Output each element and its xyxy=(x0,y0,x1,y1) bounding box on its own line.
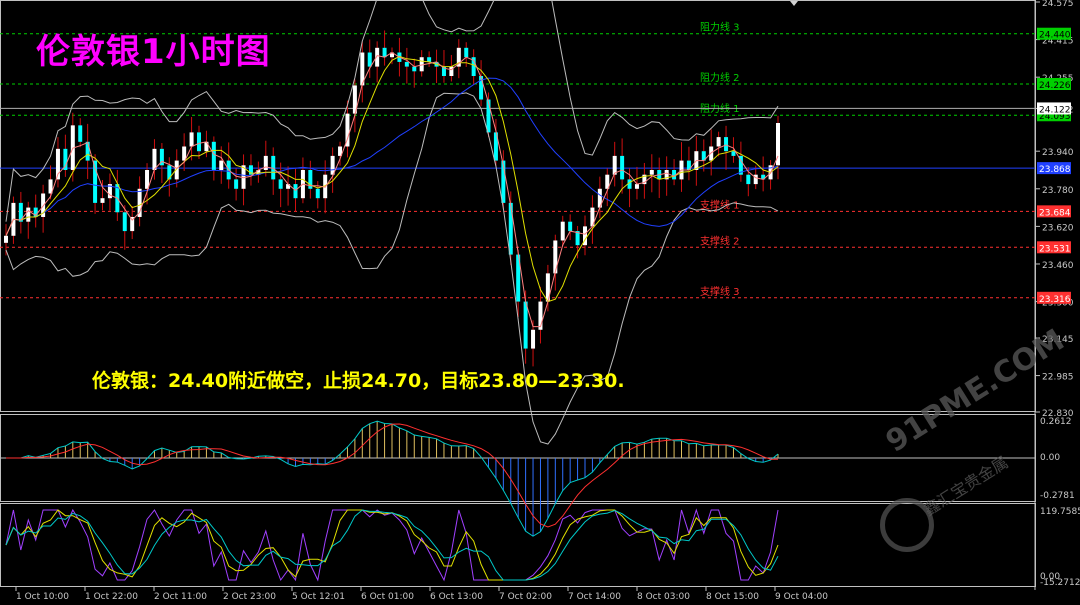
oscillator-tick-label: -15.2712 xyxy=(1040,578,1080,588)
candle-body xyxy=(560,221,565,241)
price-tick-label: 24.575 xyxy=(1042,0,1074,9)
candle-body xyxy=(152,148,157,170)
candle-body xyxy=(4,235,8,243)
chart-shift-marker-icon xyxy=(790,1,798,6)
candle-body xyxy=(122,212,127,232)
time-tick-label: 7 Oct 02:00 xyxy=(499,592,552,602)
candle-body xyxy=(464,47,469,58)
level-price-label: 24.226 xyxy=(1039,81,1071,91)
candle-body xyxy=(197,132,201,152)
candle-body xyxy=(649,169,654,175)
candle-body xyxy=(731,151,736,156)
level-label: 支撑线 2 xyxy=(700,234,740,247)
price-tick-label: 23.460 xyxy=(1042,261,1074,271)
candle-body xyxy=(204,141,209,152)
time-tick-label: 9 Oct 04:00 xyxy=(775,592,828,602)
candle-body xyxy=(746,174,751,185)
ma-level-label: 23.868 xyxy=(1039,165,1071,175)
candle-body xyxy=(427,57,432,62)
candle-body xyxy=(315,188,320,199)
current-price-label: 24.122 xyxy=(1039,105,1071,115)
price-tick-label: 23.780 xyxy=(1042,186,1074,196)
time-tick-label: 8 Oct 03:00 xyxy=(637,592,690,602)
candle-body xyxy=(716,137,721,147)
candle-body xyxy=(412,66,417,72)
time-tick-label: 5 Oct 12:01 xyxy=(292,592,345,602)
chart-title: 伦敦银1小时图 xyxy=(36,32,271,72)
candle-body xyxy=(189,132,194,147)
candle-body xyxy=(85,141,90,161)
trade-note: 伦敦银：24.40附近做空，止损24.70，目标23.80—23.30. xyxy=(92,370,625,392)
candle-body xyxy=(568,221,573,232)
candle-body xyxy=(620,155,625,180)
ma-slow-line xyxy=(5,77,779,237)
time-tick-label: 6 Oct 01:00 xyxy=(361,592,414,602)
candle-body xyxy=(26,207,31,222)
candle-body xyxy=(167,165,172,180)
time-tick-label: 1 Oct 22:00 xyxy=(85,592,138,602)
level-price-label: 23.531 xyxy=(1039,244,1071,254)
candle-body xyxy=(523,301,528,349)
candle-body xyxy=(724,137,729,152)
candle-body xyxy=(234,179,239,189)
level-price-label: 23.316 xyxy=(1039,295,1071,305)
price-tick-label: 22.985 xyxy=(1042,373,1074,383)
candle-body xyxy=(100,198,105,203)
macd-tick-label: -0.2781 xyxy=(1040,491,1075,501)
chart-window: 24.57524.41524.25524.12223.94023.78023.6… xyxy=(0,0,1080,605)
candle-body xyxy=(531,329,536,349)
level-label: 阻力线 3 xyxy=(700,21,740,34)
candle-body xyxy=(612,155,617,175)
macd-tick-label: 0.00 xyxy=(1040,453,1060,463)
time-tick-label: 6 Oct 13:00 xyxy=(430,592,483,602)
price-tick-label: 23.620 xyxy=(1042,223,1074,233)
time-tick-label: 8 Oct 15:00 xyxy=(706,592,759,602)
candle-body xyxy=(709,146,714,161)
time-tick-label: 1 Oct 10:00 xyxy=(16,592,69,602)
time-tick-label: 2 Oct 23:00 xyxy=(223,592,276,602)
candle-body xyxy=(293,184,298,199)
level-price-label: 24.440 xyxy=(1039,31,1071,41)
time-tick-label: 2 Oct 11:00 xyxy=(154,592,207,602)
candle-body xyxy=(367,52,372,67)
candle-body xyxy=(278,179,283,189)
level-label: 阻力线 2 xyxy=(700,71,740,84)
level-price-label: 23.684 xyxy=(1039,208,1071,218)
time-tick-label: 7 Oct 14:00 xyxy=(568,592,621,602)
oscillator-tick-label: 119.7585 xyxy=(1040,507,1080,517)
macd-tick-label: 0.2612 xyxy=(1040,417,1072,427)
candle-body xyxy=(211,141,216,170)
ma-mid-line xyxy=(5,55,779,303)
candle-body xyxy=(634,184,639,189)
candle-body xyxy=(404,61,409,67)
osc-j-line xyxy=(5,509,779,581)
price-tick-label: 23.940 xyxy=(1042,148,1074,158)
candle-body xyxy=(78,125,83,142)
level-label: 支撑线 3 xyxy=(700,285,740,298)
candle-body xyxy=(219,160,224,170)
candle-body xyxy=(508,202,513,255)
